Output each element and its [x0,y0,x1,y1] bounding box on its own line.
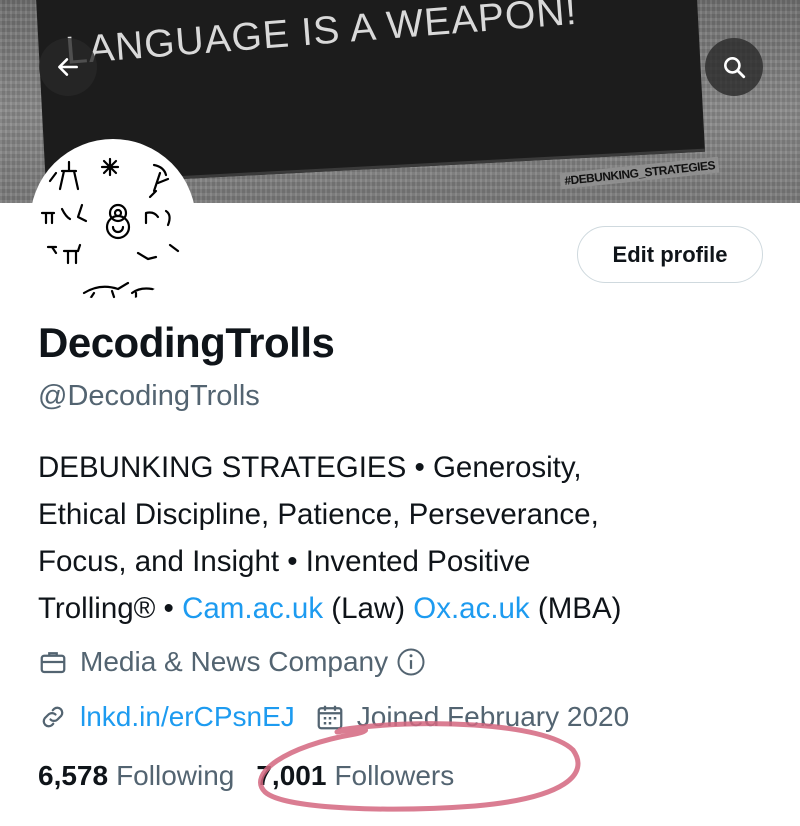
bio-link-ox[interactable]: Ox.ac.uk [413,592,529,625]
link-icon [38,702,68,732]
search-button[interactable] [705,38,763,96]
briefcase-icon [38,647,68,677]
avatar[interactable] [30,139,196,305]
category-label: Media & News Company [80,646,389,677]
back-button[interactable] [39,38,97,96]
handle: @DecodingTrolls [38,380,260,412]
info-icon[interactable] [396,647,426,677]
followers-label: Followers [334,760,455,791]
bio-link-cam[interactable]: Cam.ac.uk [182,592,323,625]
display-name: DecodingTrolls [38,319,335,366]
followers-count: 7,001 [256,760,327,791]
calendar-icon [315,702,345,732]
bio-line: Ethical Discipline, Patience, Perseveran… [38,498,599,531]
category-row: Media & News Company [38,642,426,682]
bio-text: (MBA) [529,592,622,625]
petroglyph-logo [40,157,180,301]
bio-text: Trolling® • [38,592,183,625]
bio-text: (Law) [323,592,414,625]
joined-date: Joined February 2020 [356,701,630,732]
following-link[interactable]: 6,578 Following [38,760,234,792]
bio-line: Focus, and Insight • Invented Positive [38,545,531,578]
bio-line: DEBUNKING STRATEGIES • Generosity, [38,451,582,484]
bio: DEBUNKING STRATEGIES • Generosity, Ethic… [38,444,778,632]
edit-profile-button[interactable]: Edit profile [577,226,763,283]
search-icon [724,57,746,79]
banner-hashtag: #DEBUNKING_STRATEGIES [559,156,720,190]
following-label: Following [116,760,235,791]
bio-line: Trolling® • Cam.ac.uk (Law) Ox.ac.uk (MB… [38,585,778,632]
follow-stats: 6,578 Following 7,001 Followers [38,756,454,796]
website-link[interactable]: lnkd.in/erCPsnEJ [80,701,295,733]
followers-link[interactable]: 7,001 Followers [256,760,454,792]
arrow-left-icon [58,58,78,76]
link-joined-row: lnkd.in/erCPsnEJ Joined February 2020 [38,697,629,737]
following-count: 6,578 [38,760,109,791]
